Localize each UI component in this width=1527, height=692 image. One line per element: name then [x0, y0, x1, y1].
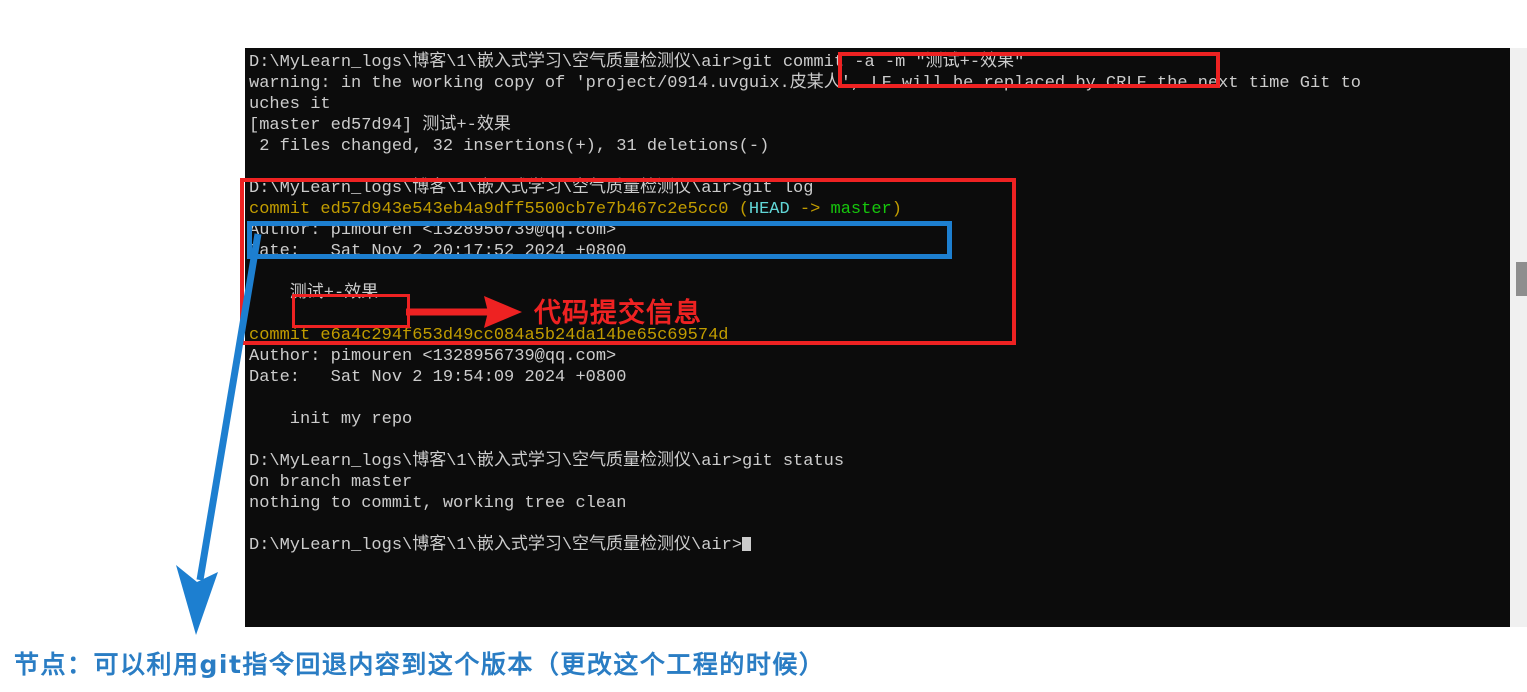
annotation-label-code-commit-info: 代码提交信息 [534, 298, 702, 329]
terminal-line [249, 514, 1510, 535]
terminal-text: D:\MyLearn_logs\博客\1\嵌入式学习\空气质量检测仪\air> [249, 536, 743, 555]
terminal-line: Date: Sat Nov 2 19:54:09 2024 +0800 [249, 367, 1510, 388]
terminal-line: 2 files changed, 32 insertions(+), 31 de… [249, 136, 1510, 157]
terminal-line: [master ed57d94] 测试+-效果 [249, 115, 1510, 136]
terminal-line [249, 388, 1510, 409]
terminal-cursor [742, 537, 752, 551]
terminal-line: nothing to commit, working tree clean [249, 493, 1510, 514]
annotation-red-box-commit-command [838, 52, 1220, 88]
terminal-line: Author: pimouren <1328956739@qq.com> [249, 346, 1510, 367]
terminal-line: On branch master [249, 472, 1510, 493]
annotation-red-box-commit-message [292, 294, 410, 328]
caption-note-text: 节点：可以利用git指令回退内容到这个版本（更改这个工程的时候） [14, 650, 826, 679]
annotation-red-arrow-icon [406, 296, 522, 328]
terminal-text: uches it [249, 95, 331, 114]
terminal-text: Author: pimouren <1328956739@qq.com> [249, 347, 617, 366]
terminal-scrollbar-thumb[interactable] [1516, 262, 1527, 296]
annotation-blue-arrow-icon [176, 233, 262, 635]
terminal-line: uches it [249, 94, 1510, 115]
annotation-blue-box-commit-hash [247, 221, 952, 259]
terminal-line: init my repo [249, 409, 1510, 430]
terminal-line [249, 157, 1510, 178]
terminal-line: D:\MyLearn_logs\博客\1\嵌入式学习\空气质量检测仪\air> [249, 535, 1510, 556]
terminal-scrollbar-track[interactable] [1510, 48, 1527, 627]
terminal-line: D:\MyLearn_logs\博客\1\嵌入式学习\空气质量检测仪\air>g… [249, 451, 1510, 472]
terminal-text: D:\MyLearn_logs\博客\1\嵌入式学习\空气质量检测仪\air>g… [249, 452, 845, 471]
terminal-text: Date: Sat Nov 2 19:54:09 2024 +0800 [249, 368, 627, 387]
terminal-line [249, 430, 1510, 451]
terminal-text: 2 files changed, 32 insertions(+), 31 de… [249, 137, 770, 156]
terminal-text: nothing to commit, working tree clean [249, 494, 627, 513]
terminal-text: [master ed57d94] 测试+-效果 [249, 116, 511, 135]
